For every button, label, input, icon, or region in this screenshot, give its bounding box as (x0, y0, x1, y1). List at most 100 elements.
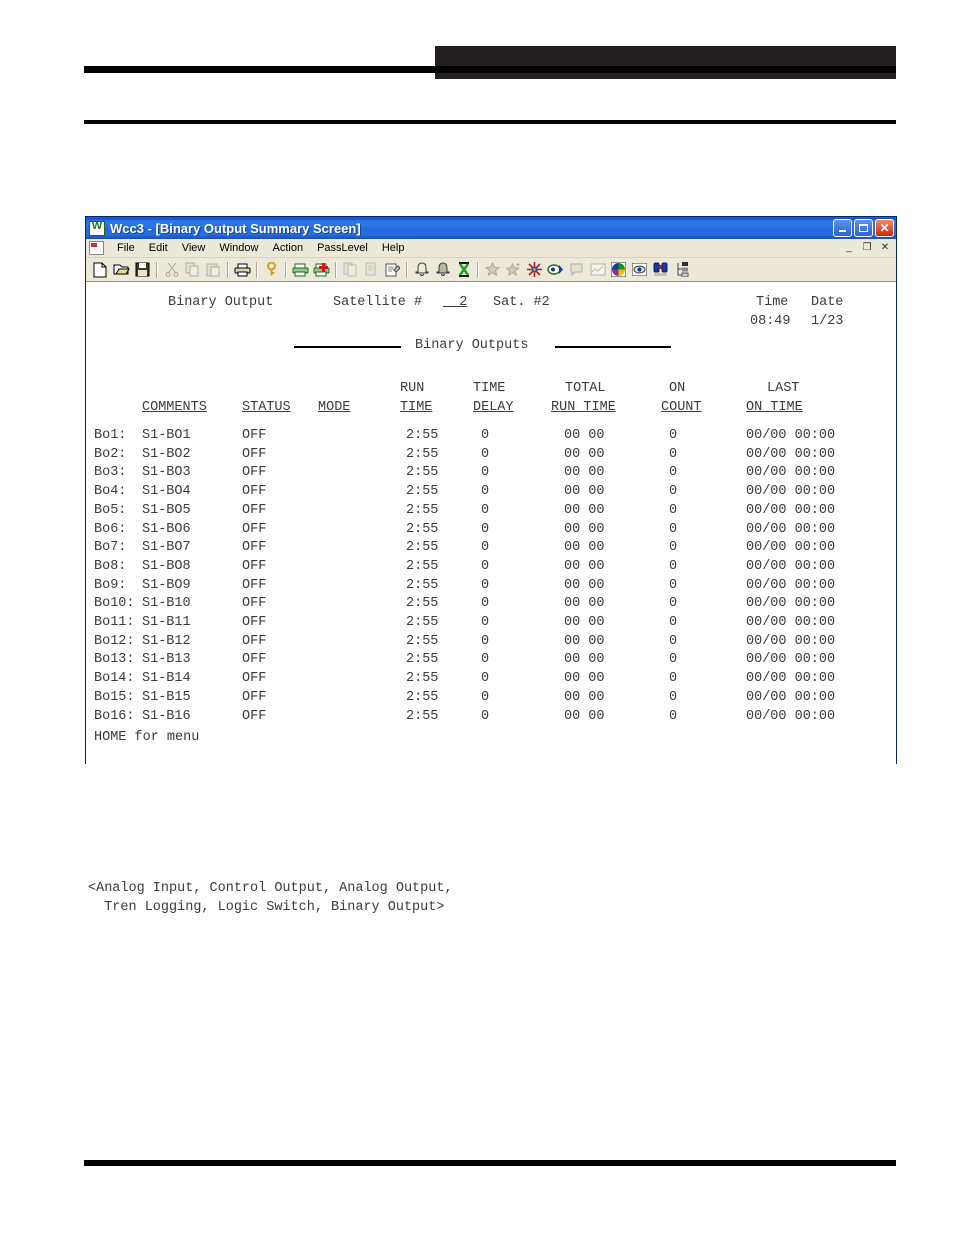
toolbar-separator (406, 261, 408, 278)
cell-comments: S1-BO7 (142, 540, 191, 556)
cell-on-count: 0 (669, 708, 678, 724)
firework-icon[interactable] (524, 259, 545, 280)
tree-view-icon[interactable] (671, 259, 692, 280)
mdi-restore-button[interactable]: ❐ (859, 240, 875, 255)
cell-time-delay: 0 (481, 689, 490, 705)
cell-run-time: 2:55 (406, 521, 439, 537)
cell-total-run-time: 00 00 (564, 428, 605, 443)
menu-item-edit[interactable]: Edit (142, 241, 175, 256)
eye-icon[interactable] (629, 259, 650, 280)
cell-status: OFF (242, 558, 267, 574)
menu-item-file[interactable]: File (110, 241, 142, 256)
save-disk-icon[interactable] (132, 259, 153, 280)
new-document-icon[interactable] (90, 259, 111, 280)
cell-total-run-time: 00 00 (564, 633, 605, 649)
cell-total-run-time: 00 00 (564, 465, 605, 481)
col-header-last: LAST (767, 381, 800, 396)
window-titlebar[interactable]: Wcc3 - [Binary Output Summary Screen] ✕ (86, 217, 896, 239)
close-button[interactable]: ✕ (875, 219, 894, 237)
cell-id: Bo2: (94, 446, 127, 462)
cell-status: OFF (242, 428, 267, 443)
document-icon[interactable] (89, 241, 104, 255)
alarm-bell-filled-icon[interactable] (432, 259, 453, 280)
cell-time-delay: 0 (481, 484, 490, 500)
cell-run-time: 2:55 (406, 502, 439, 518)
screen-satellite-label: Satellite # (333, 295, 423, 310)
cell-on-count: 0 (669, 689, 678, 705)
mdi-minimize-button[interactable]: _ (841, 240, 857, 255)
mdi-window-controls: _ ❐ ✕ (841, 240, 893, 255)
cell-time-delay: 0 (481, 446, 490, 462)
menu-item-window[interactable]: Window (212, 241, 265, 256)
cell-total-run-time: 00 00 (564, 577, 605, 593)
edit-note-icon[interactable] (382, 259, 403, 280)
binoculars-icon[interactable] (650, 259, 671, 280)
cell-status: OFF (242, 689, 267, 705)
cell-run-time: 2:55 (406, 652, 439, 668)
cell-last-on-time: 00/00 00:00 (746, 596, 836, 612)
cell-comments: S1-BO1 (142, 428, 191, 443)
cell-status: OFF (242, 521, 267, 537)
hourglass-icon[interactable] (453, 259, 474, 280)
cell-status: OFF (242, 446, 267, 462)
cell-comments: S1-BO8 (142, 558, 191, 574)
col-header-comments: COMMENTS (142, 400, 207, 415)
col-header-run: RUN (400, 381, 425, 396)
cell-id: Bo14: (94, 671, 135, 687)
minimize-button[interactable] (833, 219, 852, 237)
menu-item-action[interactable]: Action (265, 241, 310, 256)
cell-total-run-time: 00 00 (564, 484, 605, 500)
section-divider-left (294, 346, 401, 348)
cell-on-count: 0 (669, 521, 678, 537)
print-report-icon[interactable] (311, 259, 332, 280)
print-icon[interactable] (232, 259, 253, 280)
cell-run-time: 2:55 (406, 689, 439, 705)
cell-status: OFF (242, 596, 267, 612)
application-window: Wcc3 - [Binary Output Summary Screen] ✕ … (85, 216, 897, 764)
cell-id: Bo7: (94, 540, 127, 556)
copy-page-icon (340, 259, 361, 280)
cell-run-time: 2:55 (406, 615, 439, 630)
cell-id: Bo10: (94, 596, 135, 612)
pie-chart-icon[interactable] (608, 259, 629, 280)
cell-total-run-time: 00 00 (564, 540, 605, 556)
cell-comments: S1-BO2 (142, 446, 191, 462)
col-header-time: TIME (473, 381, 506, 396)
app-w-icon (89, 220, 105, 236)
cell-on-count: 0 (669, 558, 678, 574)
cell-time-delay: 0 (481, 521, 490, 537)
cell-last-on-time: 00/00 00:00 (746, 465, 836, 481)
cell-status: OFF (242, 577, 267, 593)
print-preview-icon[interactable] (290, 259, 311, 280)
mdi-close-button[interactable]: ✕ (877, 240, 893, 255)
menu-item-help[interactable]: Help (375, 241, 412, 256)
menu-item-view[interactable]: View (175, 241, 213, 256)
cell-comments: S1-B10 (142, 596, 191, 612)
satellite-number-field[interactable]: __2 (443, 294, 467, 313)
cell-on-count: 0 (669, 484, 678, 500)
scan-eye-icon[interactable] (545, 259, 566, 280)
cell-id: Bo3: (94, 465, 127, 481)
speech-bubble-icon (566, 259, 587, 280)
cell-comments: S1-B15 (142, 689, 191, 705)
open-folder-icon[interactable] (111, 259, 132, 280)
maximize-button[interactable] (854, 219, 873, 237)
cell-total-run-time: 00 00 (564, 502, 605, 518)
cell-time-delay: 0 (481, 577, 490, 593)
cell-comments: S1-BO6 (142, 521, 191, 537)
cell-last-on-time: 00/00 00:00 (746, 484, 836, 500)
toolbar-separator (335, 261, 337, 278)
menu-item-passlevel[interactable]: PassLevel (310, 241, 375, 256)
cell-on-count: 0 (669, 652, 678, 668)
cell-status: OFF (242, 671, 267, 687)
cell-last-on-time: 00/00 00:00 (746, 540, 836, 556)
toolbar-separator (477, 261, 479, 278)
toolbar-separator (285, 261, 287, 278)
cell-time-delay: 0 (481, 502, 490, 518)
cell-time-delay: 0 (481, 540, 490, 556)
date-column-label: Date (811, 295, 844, 310)
help-key-icon[interactable] (261, 259, 282, 280)
alarm-bell-icon[interactable] (411, 259, 432, 280)
cell-total-run-time: 00 00 (564, 521, 605, 537)
cell-on-count: 0 (669, 671, 678, 687)
